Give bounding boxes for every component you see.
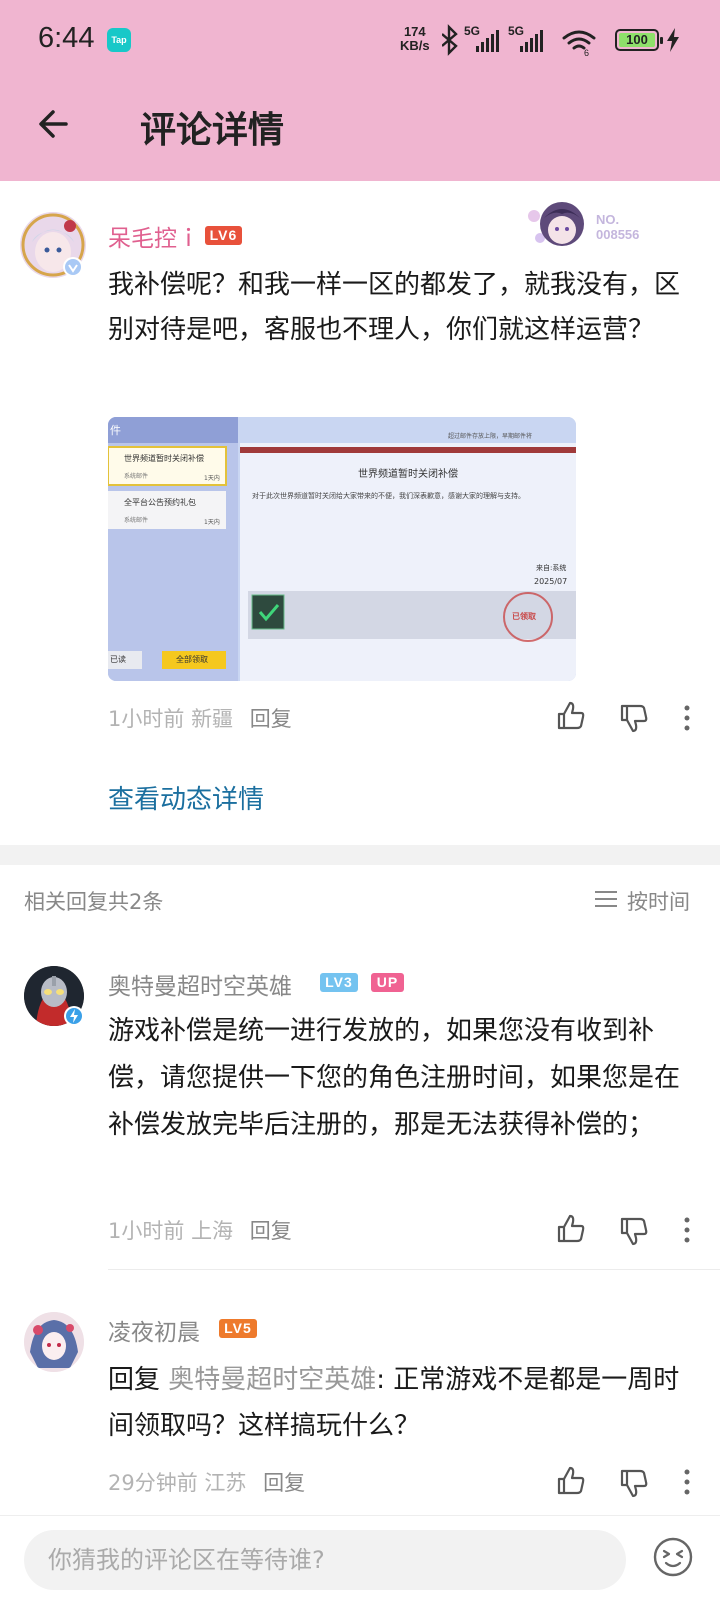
reply-button[interactable]: 回复 (263, 1471, 305, 1495)
bluetooth-icon (442, 24, 458, 56)
status-time: 6:44 (38, 22, 95, 54)
reply-username[interactable]: 凌夜初晨 (108, 1313, 200, 1347)
emoji-icon[interactable] (652, 1536, 694, 1578)
back-arrow-icon[interactable] (36, 104, 76, 144)
svg-text:6: 6 (584, 48, 589, 58)
main-comment-text: 我补偿呢？和我一样一区的都发了，就我没有，区别对待是吧，客服也不理人，你们就这样… (108, 270, 681, 345)
network-speed-value: 174 (403, 24, 426, 39)
avatar-frame-decoration-icon (528, 202, 584, 246)
main-comment-username[interactable]: 呆毛控ｉ (108, 219, 200, 253)
sort-list-icon[interactable] (594, 889, 618, 909)
top-bar: 6:44 Tap 174 KB/s 5G 5G 6 100 评论详情 (0, 0, 720, 181)
level-badge: LV6 (205, 226, 242, 245)
page-title: 评论详情 (140, 110, 285, 151)
battery-level: 100 (619, 33, 655, 47)
related-replies-count: 相关回复共2条 (24, 890, 164, 914)
signal-icons: 5G 5G 6 (442, 24, 596, 58)
like-icon[interactable] (555, 1213, 587, 1245)
sim1-label: 5G (464, 24, 480, 38)
section-separator (0, 845, 720, 865)
status-bar: 6:44 Tap 174 KB/s 5G 5G 6 100 (0, 0, 720, 82)
like-icon[interactable] (555, 700, 587, 732)
more-options-icon[interactable] (683, 704, 691, 732)
comment-time: 1小时前 (108, 1219, 185, 1243)
comment-time: 29分钟前 (108, 1471, 198, 1495)
more-options-icon[interactable] (683, 1216, 691, 1244)
wifi-icon (562, 30, 596, 50)
dislike-icon[interactable] (618, 702, 650, 734)
reply-username[interactable]: 奥特曼超时空英雄 (108, 967, 292, 1001)
network-speed: 174 KB/s (400, 25, 430, 53)
comment-input[interactable]: 你猜我的评论区在等待谁? (24, 1530, 626, 1590)
reply-button[interactable]: 回复 (250, 1219, 292, 1243)
verified-badge-icon (63, 257, 83, 277)
reply-to-username[interactable]: 奥特曼超时空英雄 (168, 1365, 376, 1395)
reply-avatar[interactable] (24, 1312, 84, 1372)
main-comment-meta: 1小时前 新疆 回复 (108, 703, 292, 733)
official-verified-icon (64, 1006, 84, 1026)
dislike-icon[interactable] (618, 1467, 650, 1499)
reply-meta: 29分钟前 江苏 回复 (108, 1467, 305, 1497)
reply-button[interactable]: 回复 (250, 707, 292, 731)
comment-attached-image[interactable]: 件 世界频道暂时关闭补偿 系统邮件 1天内 全平台公告预约礼包 系统邮件 1天内… (108, 417, 576, 681)
reply-prefix: 回复 (108, 1365, 169, 1395)
sim2-label: 5G (508, 24, 524, 38)
collector-number-badge: NO. 008556 (596, 212, 640, 242)
view-post-detail-link[interactable]: 查看动态详情 (108, 779, 264, 816)
like-icon[interactable] (555, 1465, 587, 1497)
comment-location: 江苏 (204, 1471, 247, 1495)
network-speed-unit: KB/s (400, 38, 430, 53)
level-badge: LV3 (320, 973, 358, 992)
reply-text: 游戏补偿是统一进行发放的，如果您没有收到补偿，请您提供一下您的角色注册时间，如果… (108, 1016, 681, 1140)
comment-location: 新疆 (191, 707, 234, 731)
comment-time: 1小时前 (108, 707, 185, 731)
level-badge: LV5 (219, 1319, 257, 1338)
dislike-icon[interactable] (618, 1215, 650, 1247)
battery-icon: 100 (615, 29, 663, 51)
reply-divider (108, 1269, 720, 1270)
reply-text: 回复 奥特曼超时空英雄: 正常游戏不是都是一周时间领取吗？这样搞玩什么？ (108, 1357, 694, 1449)
comment-location: 上海 (191, 1219, 234, 1243)
reply-meta: 1小时前 上海 回复 (108, 1215, 292, 1245)
comment-input-bar: 你猜我的评论区在等待谁? (0, 1515, 720, 1602)
more-options-icon[interactable] (683, 1468, 691, 1496)
up-badge: UP (371, 973, 404, 992)
taptap-app-icon: Tap (107, 28, 131, 52)
sort-by-time-button[interactable]: 按时间 (627, 886, 690, 916)
charging-bolt-icon (667, 28, 679, 52)
avatar-image (24, 1312, 84, 1372)
